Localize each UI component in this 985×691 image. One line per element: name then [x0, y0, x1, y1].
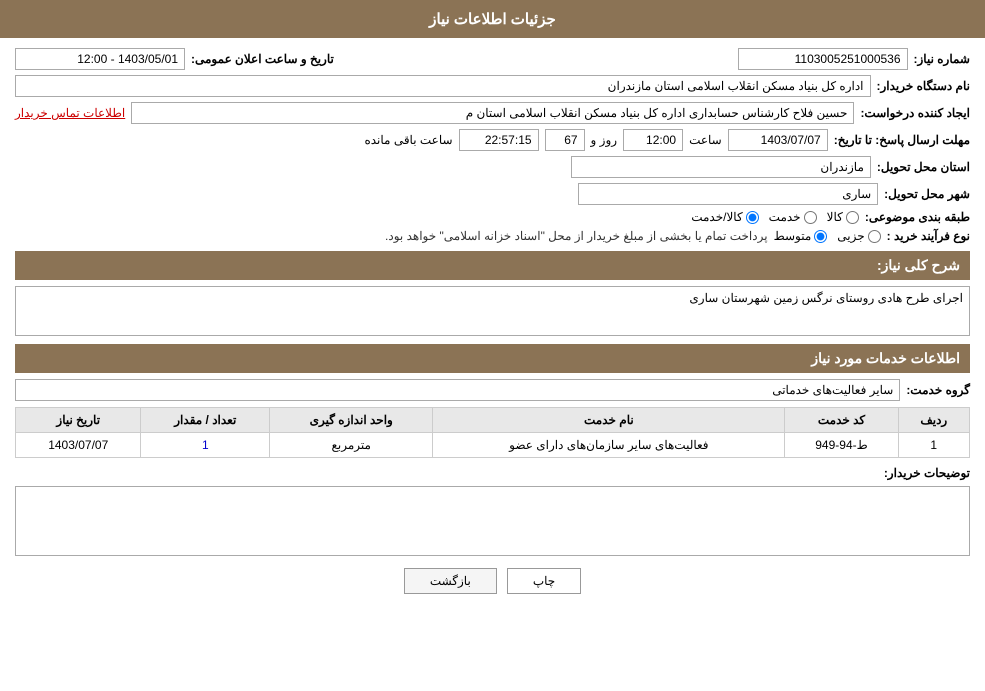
row-ijadKonande: ایجاد کننده درخواست: حسین فلاح کارشناس ح…	[15, 102, 970, 124]
cell-count: 1	[141, 433, 270, 458]
radio-noefarayand: جزیی متوسط	[774, 229, 881, 243]
back-button[interactable]: بازگشت	[404, 568, 497, 594]
radio-khadamat-input[interactable]	[804, 211, 817, 224]
row-namDastgah: نام دستگاه خریدار: اداره کل بنیاد مسکن ا…	[15, 75, 970, 97]
value-ijadKonande: حسین فلاح کارشناس حسابداری اداره کل بنیا…	[131, 102, 854, 124]
label-takhDate: تاریخ و ساعت اعلان عمومی:	[191, 52, 334, 66]
row-shahr: شهر محل تحویل: ساری	[15, 183, 970, 205]
radio-khadamat-label: خدمت	[769, 210, 801, 224]
radio-jozi-label: جزیی	[837, 229, 864, 243]
value-ostan: مازندران	[571, 156, 871, 178]
row-tarighe: طبقه بندی موضوعی: کالا خدمت کالا/خدمت	[15, 210, 970, 224]
row-shomareNiaz: شماره نیاز: 1103005251000536 تاریخ و ساع…	[15, 48, 970, 70]
page-title: جزئیات اطلاعات نیاز	[429, 11, 556, 28]
value-mohlatDate: 1403/07/07	[728, 129, 828, 151]
label-mohlatSaat: ساعت	[689, 133, 722, 147]
label-mohlatRemaining: ساعت باقی مانده	[364, 133, 452, 147]
row-tozihat: توضیحات خریدار:	[15, 466, 970, 556]
value-shahr: ساری	[578, 183, 878, 205]
label-namDastgah: نام دستگاه خریدار:	[877, 79, 971, 93]
radio-tarighe: کالا خدمت کالا/خدمت	[691, 210, 859, 224]
radio-kala-label: کالا	[827, 210, 843, 224]
col-name: نام خدمت	[433, 408, 785, 433]
row-ostan: استان محل تحویل: مازندران	[15, 156, 970, 178]
radio-kalaKhadamat-label: کالا/خدمت	[691, 210, 742, 224]
value-mohlatCountdown: 22:57:15	[459, 129, 539, 151]
row-grohe: گروه خدمت: سایر فعالیت‌های خدماتی	[15, 379, 970, 401]
radio-khadamat: خدمت	[769, 210, 817, 224]
value-mohlatRoz: 67	[545, 129, 585, 151]
section-amaliat: اطلاعات خدمات مورد نیاز	[15, 344, 970, 373]
services-table: ردیف کد خدمت نام خدمت واحد اندازه گیری ت…	[15, 407, 970, 458]
label-tozihat: توضیحات خریدار:	[884, 466, 970, 480]
radio-kala-input[interactable]	[846, 211, 859, 224]
section-amaliat-label: اطلاعات خدمات مورد نیاز	[811, 350, 960, 366]
radio-kalaKhadamat-input[interactable]	[746, 211, 759, 224]
label-tarighe: طبقه بندی موضوعی:	[865, 210, 970, 224]
radio-motavasset: متوسط	[774, 229, 828, 243]
label-ijadKonande: ایجاد کننده درخواست:	[860, 106, 970, 120]
section-takhlis: شرح کلی نیاز:	[15, 251, 970, 280]
value-mohlatSaat: 12:00	[623, 129, 683, 151]
value-grohe: سایر فعالیت‌های خدماتی	[15, 379, 900, 401]
radio-kalaKhadamat: کالا/خدمت	[691, 210, 758, 224]
radio-jozi: جزیی	[837, 229, 880, 243]
link-ijadKonande[interactable]: اطلاعات تماس خریدار	[15, 106, 125, 120]
label-noefarayand: نوع فرآیند خرید :	[887, 229, 970, 243]
col-unit: واحد اندازه گیری	[270, 408, 433, 433]
radio-motavasset-label: متوسط	[774, 229, 812, 243]
noefarayand-desc: پرداخت تمام یا بخشی از مبلغ خریدار از مح…	[385, 229, 768, 243]
section-takhlis-label: شرح کلی نیاز:	[877, 257, 960, 273]
row-mohlat: مهلت ارسال پاسخ: تا تاریخ: 1403/07/07 سا…	[15, 129, 970, 151]
cell-date: 1403/07/07	[16, 433, 141, 458]
label-shahr: شهر محل تحویل:	[884, 187, 970, 201]
page-container: جزئیات اطلاعات نیاز شماره نیاز: 11030052…	[0, 0, 985, 691]
cell-radif: 1	[898, 433, 969, 458]
label-ostan: استان محل تحویل:	[877, 160, 970, 174]
value-takhDate: 1403/05/01 - 12:00	[15, 48, 185, 70]
main-content: شماره نیاز: 1103005251000536 تاریخ و ساع…	[0, 38, 985, 614]
takhlis-value: اجرای طرح هادی روستای نرگس زمین شهرستان …	[15, 286, 970, 336]
table-row: 1 ط-94-949 فعالیت‌های سایر سازمان‌های دا…	[16, 433, 970, 458]
radio-kala: کالا	[827, 210, 859, 224]
col-kod: کد خدمت	[785, 408, 898, 433]
radio-jozi-input[interactable]	[868, 230, 881, 243]
page-header: جزئیات اطلاعات نیاز	[0, 0, 985, 38]
row-noefarayand: نوع فرآیند خرید : جزیی متوسط پرداخت تمام…	[15, 229, 970, 243]
value-shomareNiaz: 1103005251000536	[738, 48, 908, 70]
cell-name: فعالیت‌های سایر سازمان‌های دارای عضو	[433, 433, 785, 458]
col-radif: ردیف	[898, 408, 969, 433]
label-shomareNiaz: شماره نیاز:	[914, 52, 970, 66]
cell-kod: ط-94-949	[785, 433, 898, 458]
value-namDastgah: اداره کل بنیاد مسکن انقلاب اسلامی استان …	[15, 75, 871, 97]
col-date: تاریخ نیاز	[16, 408, 141, 433]
label-grohe: گروه خدمت:	[906, 383, 970, 397]
takhlis-container: اجرای طرح هادی روستای نرگس زمین شهرستان …	[15, 286, 970, 336]
label-mohlatRoz: روز و	[591, 133, 618, 147]
tozihat-input[interactable]	[15, 486, 970, 556]
cell-unit: مترمربع	[270, 433, 433, 458]
radio-motavasset-input[interactable]	[814, 230, 827, 243]
col-count: تعداد / مقدار	[141, 408, 270, 433]
print-button[interactable]: چاپ	[507, 568, 581, 594]
button-row: چاپ بازگشت	[15, 568, 970, 594]
label-mohlat: مهلت ارسال پاسخ: تا تاریخ:	[834, 133, 970, 147]
